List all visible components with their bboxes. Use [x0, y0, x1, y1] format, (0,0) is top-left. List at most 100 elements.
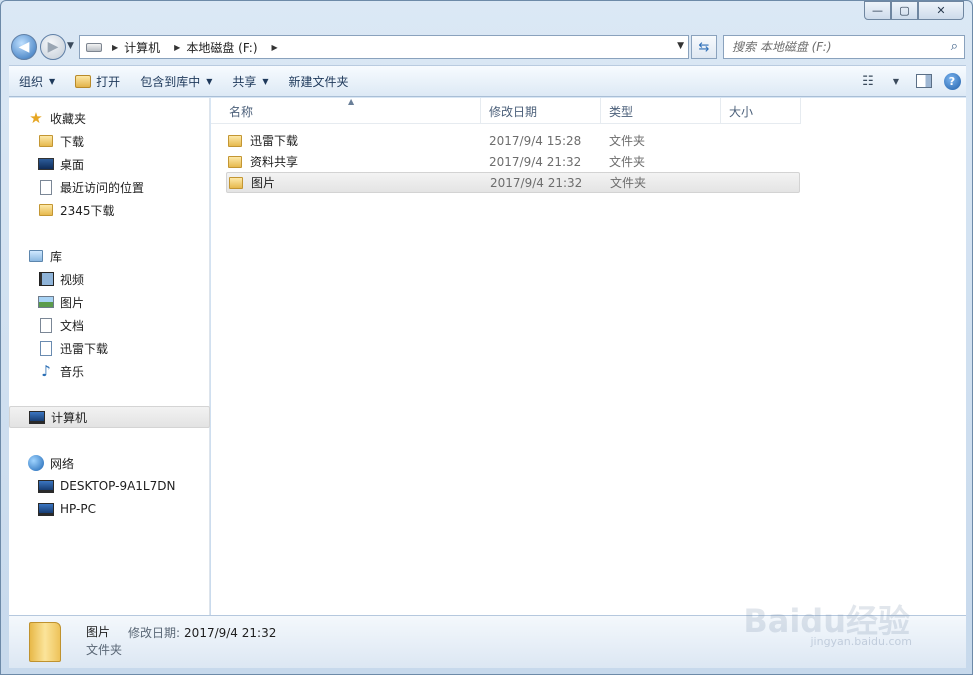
preview-pane-icon — [916, 74, 932, 88]
breadcrumb-computer[interactable]: 计算机 — [124, 39, 160, 56]
address-bar[interactable]: ▶ 计算机 ▶ 本地磁盘 (F:) ▶ ▼ — [79, 35, 689, 59]
sidebar-item-desktop[interactable]: 桌面 — [9, 153, 210, 175]
pc-monitor-icon — [29, 410, 45, 424]
forward-button[interactable]: ▶ — [40, 34, 66, 60]
file-name-cell: 迅雷下载 — [226, 132, 485, 149]
include-label: 包含到库中 — [140, 74, 201, 89]
column-label: 类型 — [609, 104, 634, 119]
sort-ascending-icon: ▲ — [348, 97, 355, 106]
title-bar: — ▢ ✕ — [1, 1, 972, 31]
sidebar-item-label: 计算机 — [51, 410, 88, 425]
sidebar-item-downloads[interactable]: 下载 — [9, 130, 210, 152]
sidebar-item-music[interactable]: ♪ 音乐 — [9, 360, 210, 382]
breadcrumb-chevron-icon[interactable]: ▶ — [174, 43, 180, 52]
recent-pages-dropdown[interactable]: ▼ — [67, 41, 74, 51]
details-modified: 修改日期: 2017/9/4 21:32 — [128, 624, 276, 641]
search-input[interactable] — [732, 40, 932, 54]
new-folder-label: 新建文件夹 — [288, 74, 349, 89]
column-header-size[interactable]: 大小 — [721, 98, 801, 124]
new-folder-button[interactable]: 新建文件夹 — [279, 66, 359, 96]
sidebar-item-recent-places[interactable]: 最近访问的位置 — [9, 176, 210, 198]
preview-pane-button[interactable] — [910, 66, 938, 96]
open-label: 打开 — [96, 74, 121, 89]
breadcrumb-chevron-icon[interactable]: ▶ — [112, 43, 118, 52]
back-arrow-icon: ◀ — [18, 39, 30, 55]
details-name: 图片 — [86, 625, 111, 639]
address-dropdown-icon[interactable]: ▼ — [677, 41, 684, 51]
search-icon[interactable]: ⌕ — [951, 39, 958, 54]
file-type: 文件夹 — [610, 176, 647, 190]
sidebar-item-computer[interactable]: 计算机 — [9, 406, 210, 428]
file-list-pane: 名称 修改日期 类型 大小 ▲ 迅雷下载 2017/9/4 15:28 文件夹 … — [211, 97, 966, 615]
sidebar-item-label: 2345下载 — [60, 203, 115, 218]
navigation-bar: ◀ ▶ ▼ ▶ 计算机 ▶ 本地磁盘 (F:) ▶ ▼ ⇆ ⌕ — [9, 33, 966, 61]
sidebar-item-desktop-9a1l7dn[interactable]: DESKTOP-9A1L7DN — [9, 475, 210, 497]
pictures-library-icon — [38, 294, 54, 310]
sidebar-item-label: 网络 — [50, 456, 75, 471]
sidebar-item-hp-pc[interactable]: HP-PC — [9, 498, 210, 520]
chevron-down-icon: ▼ — [206, 76, 213, 86]
file-date: 2017/9/4 15:28 — [489, 133, 582, 148]
library-document-icon — [40, 340, 52, 356]
sidebar-item-label: 收藏夹 — [50, 111, 87, 126]
sidebar-item-videos[interactable]: 视频 — [9, 268, 210, 290]
sidebar-item-label: 图片 — [60, 295, 85, 310]
chevron-down-icon: ▼ — [262, 76, 269, 86]
breadcrumb-drive-f[interactable]: 本地磁盘 (F:) — [186, 39, 257, 56]
sidebar-item-label: 音乐 — [60, 364, 85, 379]
file-name: 迅雷下载 — [250, 134, 299, 148]
column-header-type[interactable]: 类型 — [601, 98, 721, 124]
search-box[interactable]: ⌕ — [723, 35, 965, 59]
sidebar-item-libraries[interactable]: 库 — [9, 245, 210, 267]
view-options-dropdown[interactable]: ▼ — [882, 66, 910, 96]
view-controls: ☷ ▼ ? — [854, 66, 966, 96]
column-label: 修改日期 — [489, 104, 538, 119]
help-button[interactable]: ? — [938, 66, 966, 96]
share-button[interactable]: 共享 ▼ — [222, 66, 278, 96]
refresh-button[interactable]: ⇆ — [691, 35, 717, 59]
share-label: 共享 — [232, 74, 257, 89]
open-folder-icon — [75, 74, 92, 88]
column-header-name[interactable]: 名称 — [211, 98, 481, 124]
organize-button[interactable]: 组织 ▼ — [9, 66, 65, 96]
file-row[interactable]: 迅雷下载 2017/9/4 15:28 文件夹 — [226, 130, 800, 151]
back-button[interactable]: ◀ — [11, 34, 37, 60]
computer-icon — [29, 409, 45, 425]
file-row-selected[interactable]: 图片 2017/9/4 21:32 文件夹 — [226, 172, 800, 193]
video-library-icon — [38, 271, 54, 287]
file-type: 文件夹 — [609, 134, 646, 148]
sidebar-item-pictures[interactable]: 图片 — [9, 291, 210, 313]
column-header-date[interactable]: 修改日期 — [481, 98, 601, 124]
file-date: 2017/9/4 21:32 — [489, 154, 582, 169]
open-button[interactable]: 打开 — [65, 66, 130, 96]
sidebar-item-label: 文档 — [60, 318, 85, 333]
folder-icon — [228, 155, 242, 168]
sidebar-item-2345-downloads[interactable]: 2345下载 — [9, 199, 210, 221]
change-view-button[interactable]: ☷ — [854, 66, 882, 96]
network-computer-icon — [38, 501, 54, 517]
include-in-library-button[interactable]: 包含到库中 ▼ — [130, 66, 222, 96]
window-controls: — ▢ ✕ — [864, 1, 964, 20]
thunder-downloads-library-icon — [38, 340, 54, 356]
recent-document-icon — [40, 179, 52, 195]
close-button[interactable]: ✕ — [918, 1, 964, 20]
baidu-watermark-url: jingyan.baidu.com — [810, 635, 912, 648]
sidebar-item-label: 下载 — [60, 134, 85, 149]
file-row[interactable]: 资料共享 2017/9/4 21:32 文件夹 — [226, 151, 800, 172]
network-computer-icon — [38, 478, 54, 494]
recent-places-icon — [38, 179, 54, 195]
sidebar-item-documents[interactable]: 文档 — [9, 314, 210, 336]
folder-icon — [39, 135, 53, 147]
library-folder-icon — [29, 250, 43, 262]
sidebar-item-label: 桌面 — [60, 157, 85, 172]
sidebar-item-thunder-downloads[interactable]: 迅雷下载 — [9, 337, 210, 359]
breadcrumb-chevron-icon[interactable]: ▶ — [272, 43, 278, 52]
music-note-icon: ♪ — [41, 362, 51, 380]
maximize-button[interactable]: ▢ — [891, 1, 918, 20]
minimize-button[interactable]: — — [864, 1, 891, 20]
network-icon — [28, 455, 44, 471]
sidebar-item-favorites[interactable]: ★ 收藏夹 — [9, 107, 210, 129]
pc-monitor-icon — [38, 502, 54, 516]
large-folder-icon — [29, 622, 61, 662]
sidebar-item-network[interactable]: 网络 — [9, 452, 210, 474]
